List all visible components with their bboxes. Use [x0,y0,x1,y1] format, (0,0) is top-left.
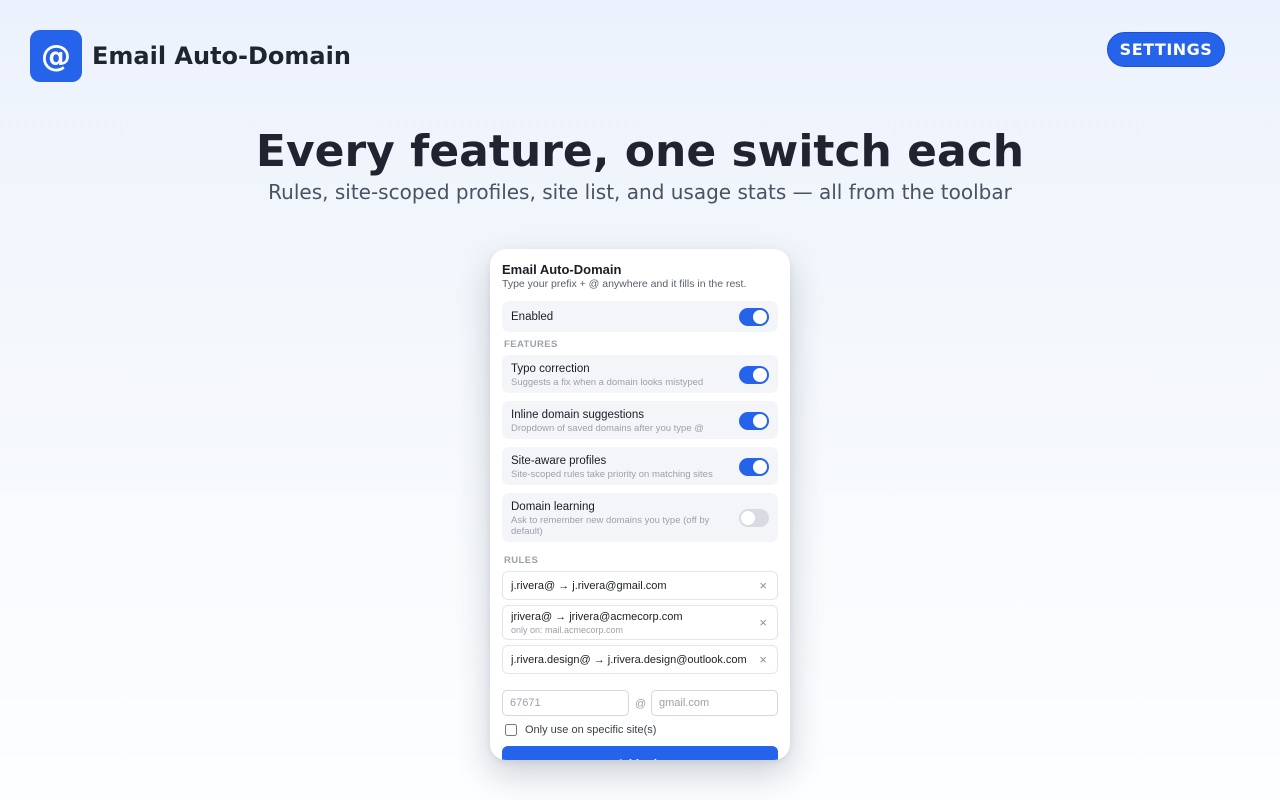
feature-inline-suggestions: Inline domain suggestions Dropdown of sa… [502,401,778,439]
site-specific-label: Only use on specific site(s) [525,724,657,736]
brand: @ Email Auto-Domain [30,30,351,82]
typo-correction-toggle[interactable] [739,366,769,384]
feature-desc: Ask to remember new domains you type (of… [511,515,710,537]
domain-learning-toggle[interactable] [739,509,769,527]
remove-rule-icon[interactable]: × [759,652,767,667]
enabled-label: Enabled [511,311,554,323]
site-aware-profiles-toggle[interactable] [739,458,769,476]
popup-subtitle: Type your prefix + @ anywhere and it fil… [502,278,747,290]
feature-label: Inline domain suggestions [511,409,644,421]
rule-item: jrivera@ → jrivera@acmecorp.com only on:… [502,605,778,640]
app-name: Email Auto-Domain [92,42,351,70]
remove-rule-icon[interactable]: × [759,578,767,593]
rule-text: j.rivera.design@ → j.rivera.design@outlo… [511,654,747,666]
rules-heading: RULES [504,555,539,566]
feature-domain-learning: Domain learning Ask to remember new doma… [502,493,778,542]
domain-input[interactable] [651,690,778,716]
enabled-toggle[interactable] [739,308,769,326]
feature-label: Site-aware profiles [511,455,607,467]
at-separator: @ [635,698,647,710]
rule-text: jrivera@ → jrivera@acmecorp.com [511,611,683,623]
settings-button[interactable]: SETTINGS [1107,32,1225,67]
inline-suggestions-toggle[interactable] [739,412,769,430]
rule-item: j.rivera.design@ → j.rivera.design@outlo… [502,645,778,674]
add-rule-button[interactable]: Add rule [502,746,778,760]
site-specific-checkbox[interactable] [505,724,517,736]
prefix-input[interactable] [502,690,629,716]
enabled-row: Enabled [502,301,778,332]
hero-subtitle: Rules, site-scoped profiles, site list, … [268,180,1012,204]
feature-desc: Dropdown of saved domains after you type… [511,423,704,434]
feature-site-aware-profiles: Site-aware profiles Site-scoped rules ta… [502,447,778,485]
extension-popup: Email Auto-Domain Type your prefix + @ a… [490,249,790,760]
feature-typo-correction: Typo correction Suggests a fix when a do… [502,355,778,393]
feature-desc: Suggests a fix when a domain looks misty… [511,377,704,388]
feature-label: Domain learning [511,501,595,513]
popup-title: Email Auto-Domain [502,262,622,277]
remove-rule-icon[interactable]: × [759,615,767,630]
rule-text: j.rivera@ → j.rivera@gmail.com [511,580,667,592]
hero-title: Every feature, one switch each [255,126,1025,177]
rule-item: j.rivera@ → j.rivera@gmail.com × [502,571,778,600]
features-heading: FEATURES [504,339,558,350]
feature-desc: Site-scoped rules take priority on match… [511,469,713,480]
rule-scope: only on: mail.acmecorp.com [511,625,624,635]
feature-label: Typo correction [511,363,590,375]
at-logo-icon: @ [30,30,82,82]
